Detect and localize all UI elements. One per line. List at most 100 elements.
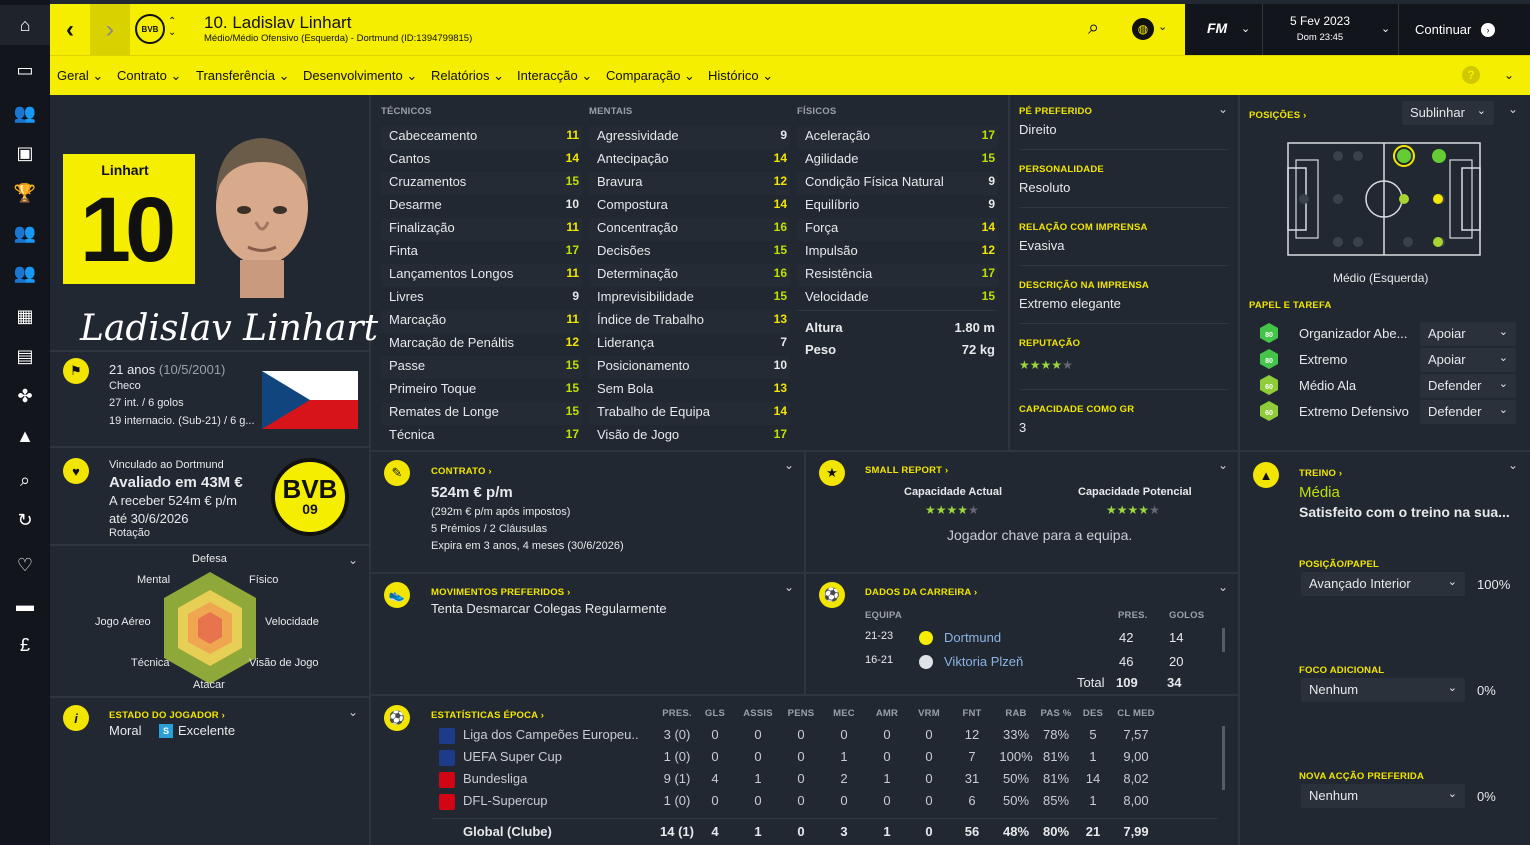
- star-icon: ★: [1029, 358, 1041, 372]
- chevron-down-icon[interactable]: ⌄: [784, 580, 794, 594]
- chevron-down-icon[interactable]: ⌄: [1241, 22, 1250, 35]
- competition-name[interactable]: Bundesliga: [463, 771, 638, 786]
- season-stat: 8,02: [1123, 771, 1149, 786]
- chevron-down-icon[interactable]: ⌄: [1504, 68, 1514, 82]
- training-icon[interactable]: ▲: [0, 416, 50, 456]
- tab-geral[interactable]: Geral ⌄: [57, 68, 103, 84]
- career-title[interactable]: DADOS DA CARREIRA ›: [865, 587, 977, 598]
- team-icon[interactable]: 👥: [0, 253, 50, 293]
- tab-historico[interactable]: Histórico ⌄: [708, 68, 773, 84]
- competition-name[interactable]: Liga dos Campeões Europeu...: [463, 727, 638, 742]
- club-badge[interactable]: BVB: [135, 14, 165, 44]
- season-total-stat: 3: [840, 824, 848, 839]
- tab-interaccao[interactable]: Interacção ⌄: [517, 68, 592, 84]
- home-icon[interactable]: ⌂: [0, 5, 50, 45]
- search-icon[interactable]: ⌕: [1088, 17, 1099, 40]
- highlight-dropdown[interactable]: Sublinhar ⌄: [1402, 101, 1494, 125]
- season-stat: 0: [754, 727, 762, 742]
- chevron-down-icon[interactable]: ⌄: [1508, 102, 1518, 116]
- role-rating-icon: 60: [1260, 375, 1278, 395]
- squad-icon[interactable]: 👥: [0, 93, 50, 133]
- season-total-stat: 48%: [1002, 824, 1030, 839]
- tab-bar: Geral ⌄ Contrato ⌄ Transferência ⌄ Desen…: [50, 55, 1530, 95]
- season-stat: 0: [754, 749, 762, 764]
- inbox-icon[interactable]: ▭: [0, 50, 50, 90]
- tab-contrato[interactable]: Contrato ⌄: [117, 68, 181, 84]
- attribute-value: 17: [981, 266, 995, 280]
- news-icon[interactable]: ▤: [0, 336, 50, 376]
- duty-dropdown[interactable]: Defender ⌄: [1420, 374, 1516, 398]
- season-stat: 0: [840, 793, 848, 808]
- board-icon[interactable]: ▦: [0, 296, 50, 336]
- attribute-name: Índice de Trabalho: [597, 312, 704, 327]
- height-value: 1.80 m: [954, 320, 995, 335]
- preferred-move-dropdown[interactable]: Nenhum ⌄: [1301, 784, 1465, 808]
- player-state-title[interactable]: ESTADO DO JOGADOR ›: [109, 710, 225, 721]
- career-goals: 14: [1169, 630, 1184, 645]
- attribute-name: Passe: [389, 358, 426, 373]
- career-header-goals: GOLOS: [1169, 610, 1205, 621]
- tab-comparacao[interactable]: Comparação ⌄: [606, 68, 695, 84]
- search-icon[interactable]: ⌕: [0, 460, 50, 500]
- chevron-down-icon[interactable]: ⌄: [784, 458, 794, 472]
- scouting-icon[interactable]: ✤: [0, 376, 50, 416]
- duty-dropdown[interactable]: Defender ⌄: [1420, 400, 1516, 424]
- moves-title[interactable]: MOVIMENTOS PREFERIDOS ›: [431, 587, 571, 598]
- time: Dom 23:45: [1296, 32, 1344, 43]
- season-stat: 3 (0): [663, 727, 691, 742]
- globe-icon[interactable]: ◍: [1132, 18, 1154, 40]
- trophy-icon[interactable]: 🏆: [0, 173, 50, 213]
- season-stats-title[interactable]: ESTATÍSTICAS ÉPOCA ›: [431, 710, 544, 721]
- arrow-right-icon[interactable]: ›: [1481, 23, 1495, 37]
- chevron-down-icon[interactable]: ⌄: [1508, 458, 1518, 472]
- transfer-icon[interactable]: ↻: [0, 500, 50, 540]
- forward-icon[interactable]: ›: [90, 4, 130, 55]
- duty-dropdown[interactable]: Apoiar ⌄: [1420, 348, 1516, 372]
- tab-desenvolvimento[interactable]: Desenvolvimento ⌄: [303, 68, 417, 84]
- help-icon[interactable]: ?: [1462, 66, 1480, 84]
- position-role-dropdown[interactable]: Avançado Interior ⌄: [1301, 572, 1465, 596]
- career-team[interactable]: Dortmund: [944, 630, 1001, 645]
- preferred-move-title: NOVA ACÇÃO PREFERIDA: [1299, 771, 1425, 782]
- foot-title: PÉ PREFERIDO: [1019, 106, 1093, 117]
- back-icon[interactable]: ‹: [50, 4, 90, 55]
- chevron-down-icon[interactable]: ⌄: [1158, 20, 1167, 33]
- tab-transferencia[interactable]: Transferência ⌄: [196, 68, 290, 84]
- chevron-down-icon[interactable]: ⌄: [1381, 22, 1390, 35]
- season-total-stat: 0: [797, 824, 805, 839]
- continue-button[interactable]: Continuar: [1415, 22, 1471, 37]
- finance-icon[interactable]: ▬: [0, 585, 50, 625]
- morale-badge: S: [159, 724, 173, 738]
- chevron-down-icon[interactable]: ⌄: [1218, 580, 1228, 594]
- position-label: Médio (Esquerda): [1333, 271, 1429, 285]
- training-title[interactable]: TREINO ›: [1299, 468, 1342, 479]
- chevron-down-icon[interactable]: ⌄: [348, 705, 358, 719]
- fm-logo[interactable]: FM: [1207, 20, 1227, 36]
- scrollbar[interactable]: [1222, 726, 1225, 790]
- star-icon: ★: [1040, 358, 1052, 372]
- duty-dropdown[interactable]: Apoiar ⌄: [1420, 322, 1516, 346]
- bvb-badge[interactable]: BVB 09: [271, 458, 349, 536]
- staff-icon[interactable]: 👥: [0, 213, 50, 253]
- competition-name[interactable]: DFL-Supercup: [463, 793, 638, 808]
- training-note: Satisfeito com o treino na sua...: [1299, 504, 1510, 520]
- club-icon[interactable]: ♡: [0, 545, 50, 585]
- chevron-down-icon[interactable]: ⌄: [348, 553, 358, 567]
- season-stat: 7: [968, 749, 976, 764]
- season-stat: 0: [883, 727, 891, 742]
- report-title[interactable]: SMALL REPORT ›: [865, 465, 948, 476]
- contract-title[interactable]: CONTRATO ›: [431, 466, 492, 477]
- career-team[interactable]: Viktoria Plzeň: [944, 654, 1023, 669]
- screen-icon[interactable]: ▣: [0, 133, 50, 173]
- money-icon[interactable]: £: [0, 625, 50, 665]
- competition-name[interactable]: UEFA Super Cup: [463, 749, 638, 764]
- chevron-down-icon[interactable]: ⌄: [1218, 102, 1228, 116]
- additional-focus-dropdown[interactable]: Nenhum ⌄: [1301, 678, 1465, 702]
- positions-title[interactable]: POSIÇÕES ›: [1249, 110, 1306, 121]
- chevron-down-icon[interactable]: ⌄: [1218, 458, 1228, 472]
- scrollbar[interactable]: [1222, 628, 1225, 652]
- czech-flag[interactable]: [262, 371, 358, 429]
- tab-relatorios[interactable]: Relatórios ⌄: [431, 68, 504, 84]
- personality-title: PERSONALIDADE: [1019, 164, 1104, 175]
- chevron-updown-icon[interactable]: ⌃ ⌄: [168, 16, 176, 38]
